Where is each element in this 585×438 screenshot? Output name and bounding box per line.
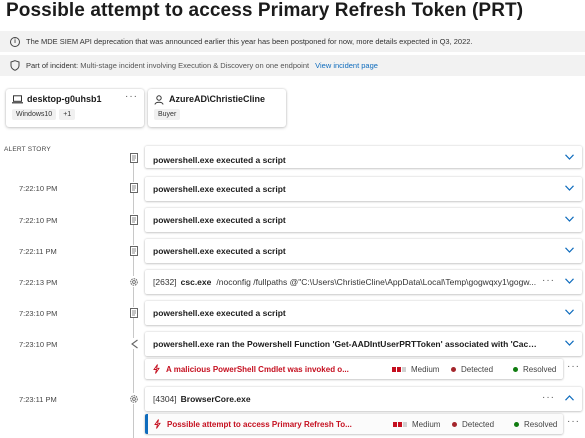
event-time: 7:22:10 PM [19,184,58,193]
view-incident-link[interactable]: View incident page [315,61,378,70]
event-time: 7:23:10 PM [19,340,58,349]
alert-story-label: ALERT STORY [4,146,51,153]
process-name: BrowserCore.exe [180,394,251,404]
event-label: powershell.exe executed a script [153,155,286,165]
alert-more-button[interactable]: ··· [567,416,580,427]
process-args: /noconfig /fullpaths @"C:\Users\Christie… [216,277,537,287]
alert-detection: Detected [461,364,494,374]
incident-prefix: Part of incident: [26,61,79,70]
event-card[interactable]: powershell.exe executed a script [145,239,582,263]
more-actions-button[interactable]: ··· [542,392,555,403]
info-icon: i [10,36,20,47]
more-tags-badge[interactable]: +1 [59,109,76,120]
alert-status: Resolved [524,419,558,429]
alert-bolt-icon [153,364,161,374]
chevron-down-icon[interactable] [565,216,574,222]
powershell-function-icon [129,338,139,349]
process-event-card[interactable]: [4304] BrowserCore.exe ··· [145,387,582,411]
alert-title: Possible attempt to access Primary Refre… [167,419,352,429]
detected-status-dot [452,421,457,427]
more-actions-button[interactable]: ··· [542,275,555,286]
alert-severity: Medium [411,364,440,374]
user-name: AzureAD\ChristieCline [169,94,266,104]
event-time: 7:23:11 PM [19,395,57,404]
deprecation-text: The MDE SIEM API deprecation that was an… [26,37,473,46]
chevron-down-icon[interactable] [565,247,574,253]
alert-more-button[interactable]: ··· [567,361,580,372]
chevron-down-icon[interactable] [565,185,574,191]
alert-detection: Detected [462,419,495,429]
event-time: 7:23:10 PM [19,309,58,318]
event-label: powershell.exe executed a script [153,184,286,194]
deprecation-banner: i The MDE SIEM API deprecation that was … [0,31,585,52]
event-time: 7:22:10 PM [19,216,58,225]
event-card[interactable]: powershell.exe executed a script [145,208,582,232]
device-more-button[interactable]: ··· [125,91,138,102]
chevron-down-icon[interactable] [565,309,574,315]
process-name: csc.exe [180,277,212,287]
laptop-icon [12,94,23,104]
event-card[interactable]: powershell.exe ran the Powershell Functi… [145,332,582,356]
device-name: desktop-g0uhsb1 [27,94,102,104]
process-event-card[interactable]: [2632] csc.exe /noconfig /fullpaths @"C:… [145,270,582,294]
detected-status-dot [451,366,456,372]
event-card[interactable]: powershell.exe executed a script [145,177,582,201]
alert-bolt-icon [154,419,162,429]
gear-icon [129,276,139,287]
incident-text: Multi-stage incident involving Execution… [80,61,310,70]
event-card[interactable]: powershell.exe executed a script [145,146,582,168]
user-card[interactable]: AzureAD\ChristieCline Buyer [148,89,286,127]
user-icon [154,94,165,105]
event-label: powershell.exe ran the Powershell Functi… [153,339,539,349]
chevron-down-icon[interactable] [565,340,574,346]
resolved-status-dot [514,421,519,427]
alert-severity: Medium [412,419,441,429]
event-label: powershell.exe executed a script [153,308,286,318]
process-id: [2632] [153,277,177,287]
process-id: [4304] [153,394,177,404]
script-icon [129,307,139,318]
script-icon [129,152,139,163]
alert-row[interactable]: A malicious PowerShell Cmdlet was invoke… [145,359,563,379]
event-time: 7:22:11 PM [19,247,57,256]
device-card[interactable]: desktop-g0uhsb1 ··· Windows10 +1 [6,89,144,127]
chevron-down-icon[interactable] [565,154,574,160]
script-icon [129,182,139,193]
resolved-status-dot [513,366,518,372]
chevron-down-icon[interactable] [565,278,574,284]
event-time: 7:22:13 PM [19,278,58,287]
severity-bars [393,421,407,427]
gear-icon [129,393,139,404]
event-card[interactable]: powershell.exe executed a script [145,301,582,325]
chevron-up-icon[interactable] [565,395,574,401]
incident-banner: Part of incident: Multi-stage incident i… [0,55,585,76]
alert-title: A malicious PowerShell Cmdlet was invoke… [166,364,349,374]
os-tag: Windows10 [12,109,57,120]
event-label: powershell.exe executed a script [153,246,286,256]
alert-row-selected[interactable]: Possible attempt to access Primary Refre… [145,414,563,434]
script-icon [129,214,139,225]
shield-icon [10,60,20,71]
script-icon [129,245,139,256]
severity-bars [392,366,406,372]
alert-status: Resolved [523,364,557,374]
page-title: Possible attempt to access Primary Refre… [6,0,524,21]
event-label: powershell.exe executed a script [153,215,286,225]
role-tag: Buyer [154,109,181,120]
